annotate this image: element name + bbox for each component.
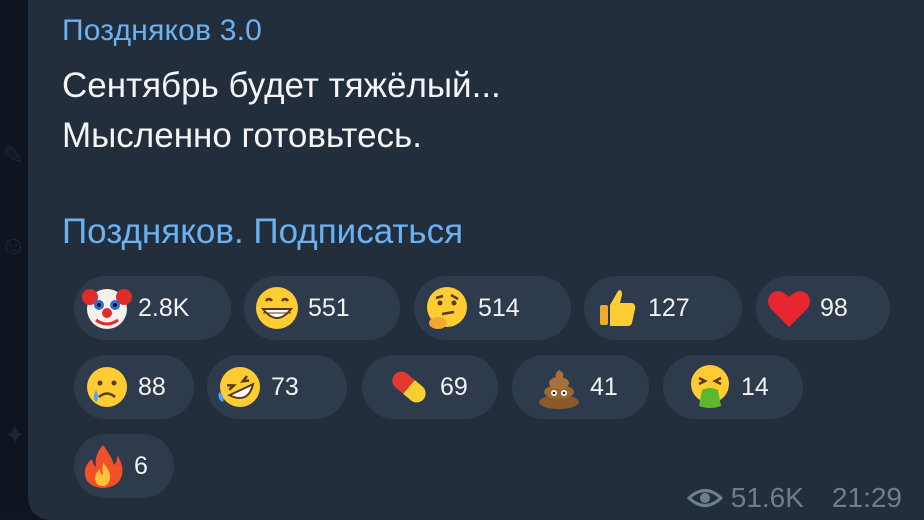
fire-icon [78, 441, 128, 491]
red-heart-icon [764, 283, 814, 333]
clown-icon [82, 283, 132, 333]
reaction-count: 127 [648, 294, 690, 323]
reaction-count: 2.8K [138, 294, 189, 323]
background-doodle-icon: ☺ [0, 230, 27, 261]
thumbs-up-icon [592, 283, 642, 333]
pill-icon [384, 362, 434, 412]
crying-face-icon [82, 362, 132, 412]
vomiting-face-icon [685, 362, 735, 412]
poop-icon [534, 362, 584, 412]
subscribe-link[interactable]: Поздняков. Подписаться [62, 212, 463, 252]
views-count: 51.6K [731, 482, 804, 514]
reaction-thinking[interactable]: 514 [414, 276, 571, 340]
grinning-face-icon [252, 283, 302, 333]
reaction-count: 514 [478, 294, 520, 323]
reaction-poop[interactable]: 41 [512, 355, 649, 419]
reaction-fire[interactable]: 6 [74, 434, 174, 498]
reaction-count: 69 [440, 373, 468, 402]
reaction-rofl[interactable]: 73 [207, 355, 347, 419]
reaction-crying[interactable]: 88 [74, 355, 194, 419]
reaction-count: 73 [271, 373, 299, 402]
background-doodle-icon: ✎ [2, 140, 24, 171]
message-meta: 51.6K 21:29 [687, 482, 902, 514]
reaction-count: 98 [820, 294, 848, 323]
reaction-count: 14 [741, 373, 769, 402]
message-text-line: Мысленно готовьтесь. [62, 116, 422, 156]
reaction-pill[interactable]: 69 [362, 355, 498, 419]
background-doodle-icon: ✦ [4, 420, 26, 451]
thinking-face-icon [422, 283, 472, 333]
reaction-count: 88 [138, 373, 166, 402]
reaction-count: 41 [590, 373, 618, 402]
reaction-count: 551 [308, 294, 350, 323]
rofl-face-icon [215, 362, 265, 412]
reaction-clown[interactable]: 2.8K [74, 276, 231, 340]
views-eye-icon [687, 487, 723, 509]
message-time: 21:29 [832, 482, 902, 514]
channel-author-name[interactable]: Поздняков 3.0 [62, 14, 262, 48]
message-text-line: Сентябрь будет тяжёлый... [62, 66, 501, 106]
reaction-thumbs-up[interactable]: 127 [584, 276, 742, 340]
reaction-grinning[interactable]: 551 [244, 276, 400, 340]
reaction-vomiting[interactable]: 14 [663, 355, 803, 419]
reaction-heart[interactable]: 98 [756, 276, 890, 340]
reaction-count: 6 [134, 452, 148, 481]
